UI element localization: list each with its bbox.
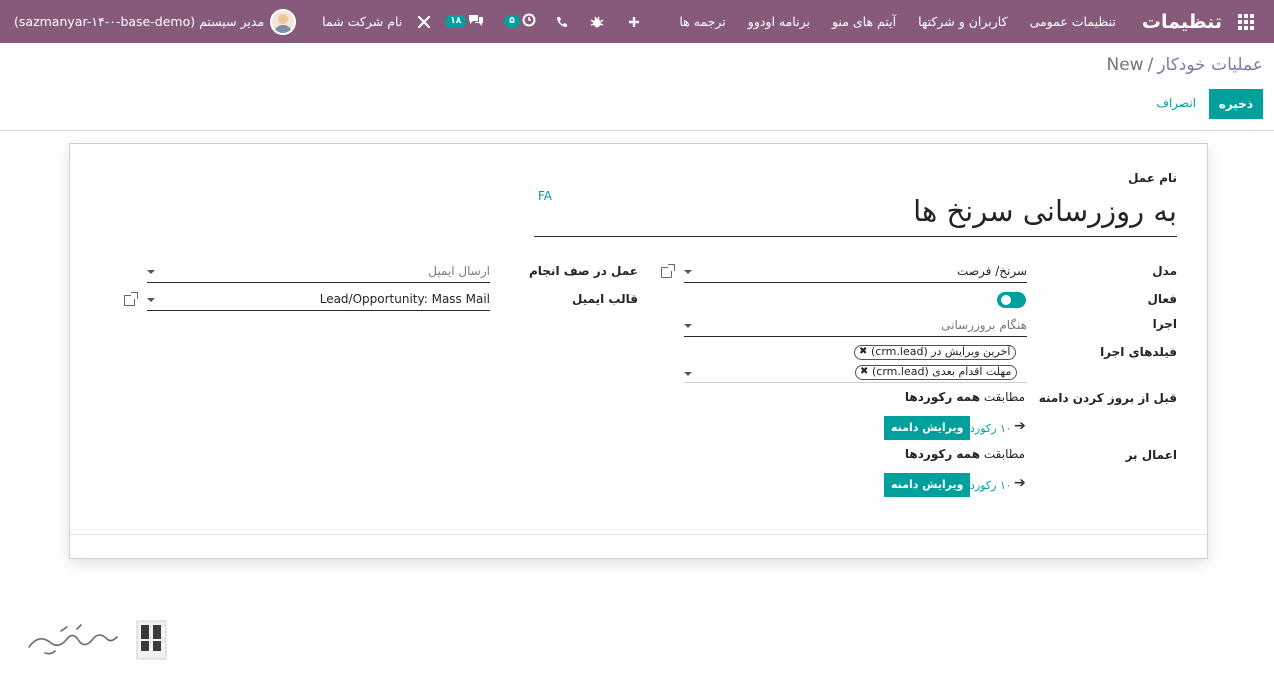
action-select[interactable]: ارسال ایمیل [147,261,490,283]
tag-remove-icon[interactable]: ✖ [859,346,867,358]
trigger-select[interactable]: هنگام بروزرسانی [684,315,1027,337]
app-title: تنظیمات [1141,10,1222,33]
phone-icon[interactable] [556,16,568,28]
apply-on-label: اعمال بر [1125,448,1177,462]
breadcrumb-separator: / [1147,55,1154,75]
language-button[interactable]: FA [538,189,552,203]
activities-badge: ۵ [504,15,520,28]
action-dropdown-caret[interactable] [147,270,155,274]
top-navbar: تنظیمات تنظیمات عمومی کاربران و شرکتها آ… [0,0,1274,43]
model-select[interactable]: سرنخ/ فرصت [684,261,1027,283]
tag-remove-icon[interactable]: ✖ [860,366,868,378]
sheet-footer [70,534,1207,558]
before-domain-records-link[interactable]: ۱۰ رکورد [970,422,1012,435]
trigger-fields-caret[interactable] [684,372,692,376]
systray: مدیر سیستم (sazmanyar-۱۴-۰-base-demo) نا… [0,0,640,43]
form-sheet: نام عمل به روزرسانی سرنخ ها FA مدل سرنخ/… [69,143,1208,559]
apply-on-summary: مطابقت همه رکوردها [905,447,1025,461]
model-dropdown-caret[interactable] [684,270,692,274]
name-input[interactable]: به روزرسانی سرنخ ها [534,190,1177,237]
trigger-field-tag-label: آخرین ویرایش در (crm.lead) [871,345,1011,358]
match-prefix: مطابقت [983,390,1025,404]
breadcrumb-current: New [1106,55,1144,75]
match-all: همه رکوردها [904,390,981,404]
user-avatar [270,8,297,35]
apply-on-records-link[interactable]: ۱۰ رکورد [970,479,1012,492]
match-all: همه رکوردها [904,447,981,461]
company-switcher[interactable]: نام شرکت شما [322,14,402,29]
trigger-field-tag-label: مهلت اقدام بعدی (crm.lead) [872,365,1012,378]
save-button[interactable]: ذخیره [1208,89,1263,119]
model-label: مدل [1152,264,1177,278]
action-label: عمل در صف انجام [528,264,638,278]
menu-general-settings[interactable]: تنظیمات عمومی [1030,14,1116,29]
email-template-label: قالب ایمیل [571,292,638,306]
menu-users-companies[interactable]: کاربران و شرکتها [918,14,1007,29]
trigger-fields-label: فیلدهای اجرا [1100,345,1177,359]
apply-on-edit-domain-button[interactable]: ویرایش دامنه [884,473,971,497]
messages-badge: ۱۸ [445,15,467,28]
clock-icon [522,13,536,30]
menu-menu-items[interactable]: آیتم های منو [832,14,896,29]
trigger-field-tag: آخرین ویرایش در (crm.lead) ✖ [854,345,1017,360]
before-edit-domain-button[interactable]: ویرایش دامنه [884,416,971,440]
tools-icon[interactable] [417,15,431,29]
trigger-dropdown-caret[interactable] [684,324,692,328]
email-template-dropdown-caret[interactable] [147,298,155,302]
user-name: مدیر سیستم (sazmanyar-۱۴-۰-base-demo) [14,14,265,29]
menu-odoo-app[interactable]: برنامه اودوو [748,14,810,29]
email-template-value: Lead/Opportunity: Mass Mail [319,292,490,306]
messages-button[interactable]: ۱۸ [445,13,484,30]
name-label: نام عمل [1128,171,1177,185]
name-value: به روزرسانی سرنخ ها [913,194,1177,228]
company-name: نام شرکت شما [322,14,403,29]
trigger-field-tag: مهلت اقدام بعدی (crm.lead) ✖ [855,365,1018,380]
discard-button[interactable]: انصراف [1157,96,1196,110]
activities-button[interactable]: ۵ [504,13,536,30]
user-menu[interactable]: مدیر سیستم (sazmanyar-۱۴-۰-base-demo) [14,8,297,35]
before-domain-summary: مطابقت همه رکوردها [905,390,1025,404]
model-external-link-icon[interactable] [661,264,675,278]
model-value: سرنخ/ فرصت [957,264,1027,278]
breadcrumb: عملیات خودکار/New [1107,55,1264,75]
bug-icon[interactable] [590,15,604,29]
plus-icon[interactable] [628,16,640,28]
apps-menu-icon[interactable] [1236,12,1256,32]
before-domain-label: قبل از بروز کردن دامنه [1038,391,1177,405]
active-toggle[interactable] [997,292,1026,308]
menu-translations[interactable]: ترجمه ها [679,14,725,29]
email-template-select[interactable]: Lead/Opportunity: Mass Mail [147,289,490,311]
watermark-logo [25,617,170,665]
trigger-label: اجرا [1152,317,1177,331]
arrow-right-icon: ➔ [1014,475,1026,491]
breadcrumb-parent[interactable]: عملیات خودکار [1157,55,1263,75]
arrow-right-icon: ➔ [1014,418,1026,434]
trigger-value: هنگام بروزرسانی [941,318,1027,332]
chat-icon [468,13,484,30]
active-label: فعال [1147,292,1177,306]
control-panel: عملیات خودکار/New ذخیره انصراف [0,43,1274,131]
match-prefix: مطابقت [983,447,1025,461]
action-value: ارسال ایمیل [428,264,490,278]
email-template-external-link-icon[interactable] [124,292,138,306]
